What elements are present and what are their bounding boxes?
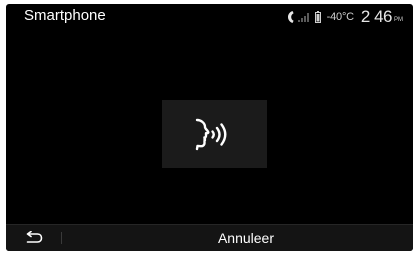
clock-ampm: PM	[394, 17, 403, 23]
bottom-bar: Annuleer	[6, 224, 413, 251]
status-bar: Smartphone -40°C 2 46 PM	[6, 4, 413, 30]
page-title: Smartphone	[24, 7, 106, 24]
status-icons: -40°C 2 46 PM	[286, 6, 403, 28]
phone-handset-icon	[286, 10, 295, 24]
voice-recognition-panel	[162, 100, 267, 168]
clock-time: 2 46	[360, 7, 393, 26]
back-arrow-icon	[24, 231, 44, 245]
smartphone-screen: Smartphone -40°C 2 46 PM Annuleer	[6, 4, 413, 251]
voice-recognition-icon	[190, 113, 240, 160]
bar-divider	[61, 232, 62, 244]
signal-strength-icon	[297, 12, 310, 22]
back-button[interactable]	[16, 226, 52, 250]
cancel-button[interactable]: Annuleer	[166, 225, 326, 251]
phone-battery-icon	[314, 11, 321, 23]
outside-temperature: -40°C	[326, 11, 354, 23]
